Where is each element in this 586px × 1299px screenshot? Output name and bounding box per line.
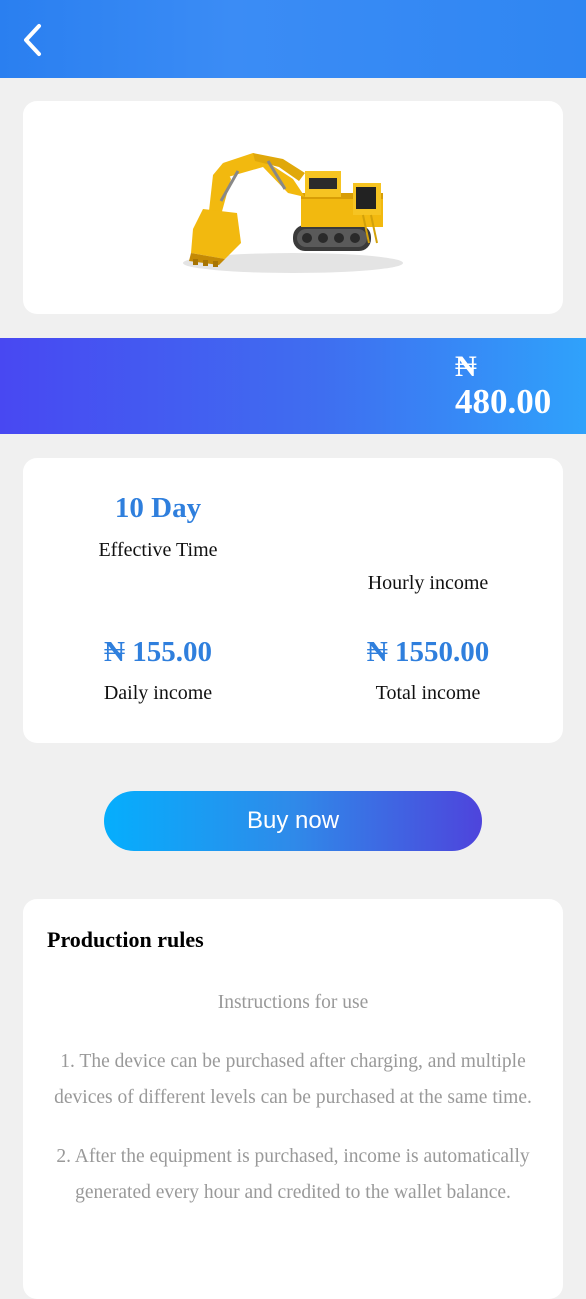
total-income-label: Total income	[375, 682, 481, 704]
rules-subtitle: Instructions for use	[217, 992, 369, 1013]
buy-now-button[interactable]: Buy now	[104, 791, 482, 851]
price-currency: ₦	[455, 350, 477, 383]
rules-item: 1. The device can be purchased after cha…	[54, 1051, 532, 1108]
rules-item: 2. After the equipment is purchased, inc…	[56, 1146, 530, 1203]
excavator-image	[183, 153, 403, 273]
header-bar	[0, 0, 586, 78]
rules-title: Production rules	[47, 927, 204, 952]
back-button[interactable]	[14, 22, 50, 58]
effective-time-value: 10 Day	[114, 492, 202, 524]
product-image-card	[23, 101, 563, 314]
hourly-income-label: Hourly income	[367, 572, 489, 594]
daily-income-value: ₦ 155.00	[104, 636, 212, 668]
production-rules-card: Production rules Instructions for use 1.…	[23, 899, 563, 1299]
chevron-left-icon	[24, 24, 41, 56]
daily-income-label: Daily income	[103, 682, 213, 704]
rules-body: Instructions for use 1. The device can b…	[53, 985, 533, 1234]
stats-card: 10 Day Effective Time Hourly income ₦ 15…	[23, 458, 563, 743]
effective-time-label: Effective Time	[98, 539, 218, 561]
price-amount: 480.00	[455, 382, 552, 421]
total-income-value: ₦ 1550.00	[366, 636, 490, 668]
